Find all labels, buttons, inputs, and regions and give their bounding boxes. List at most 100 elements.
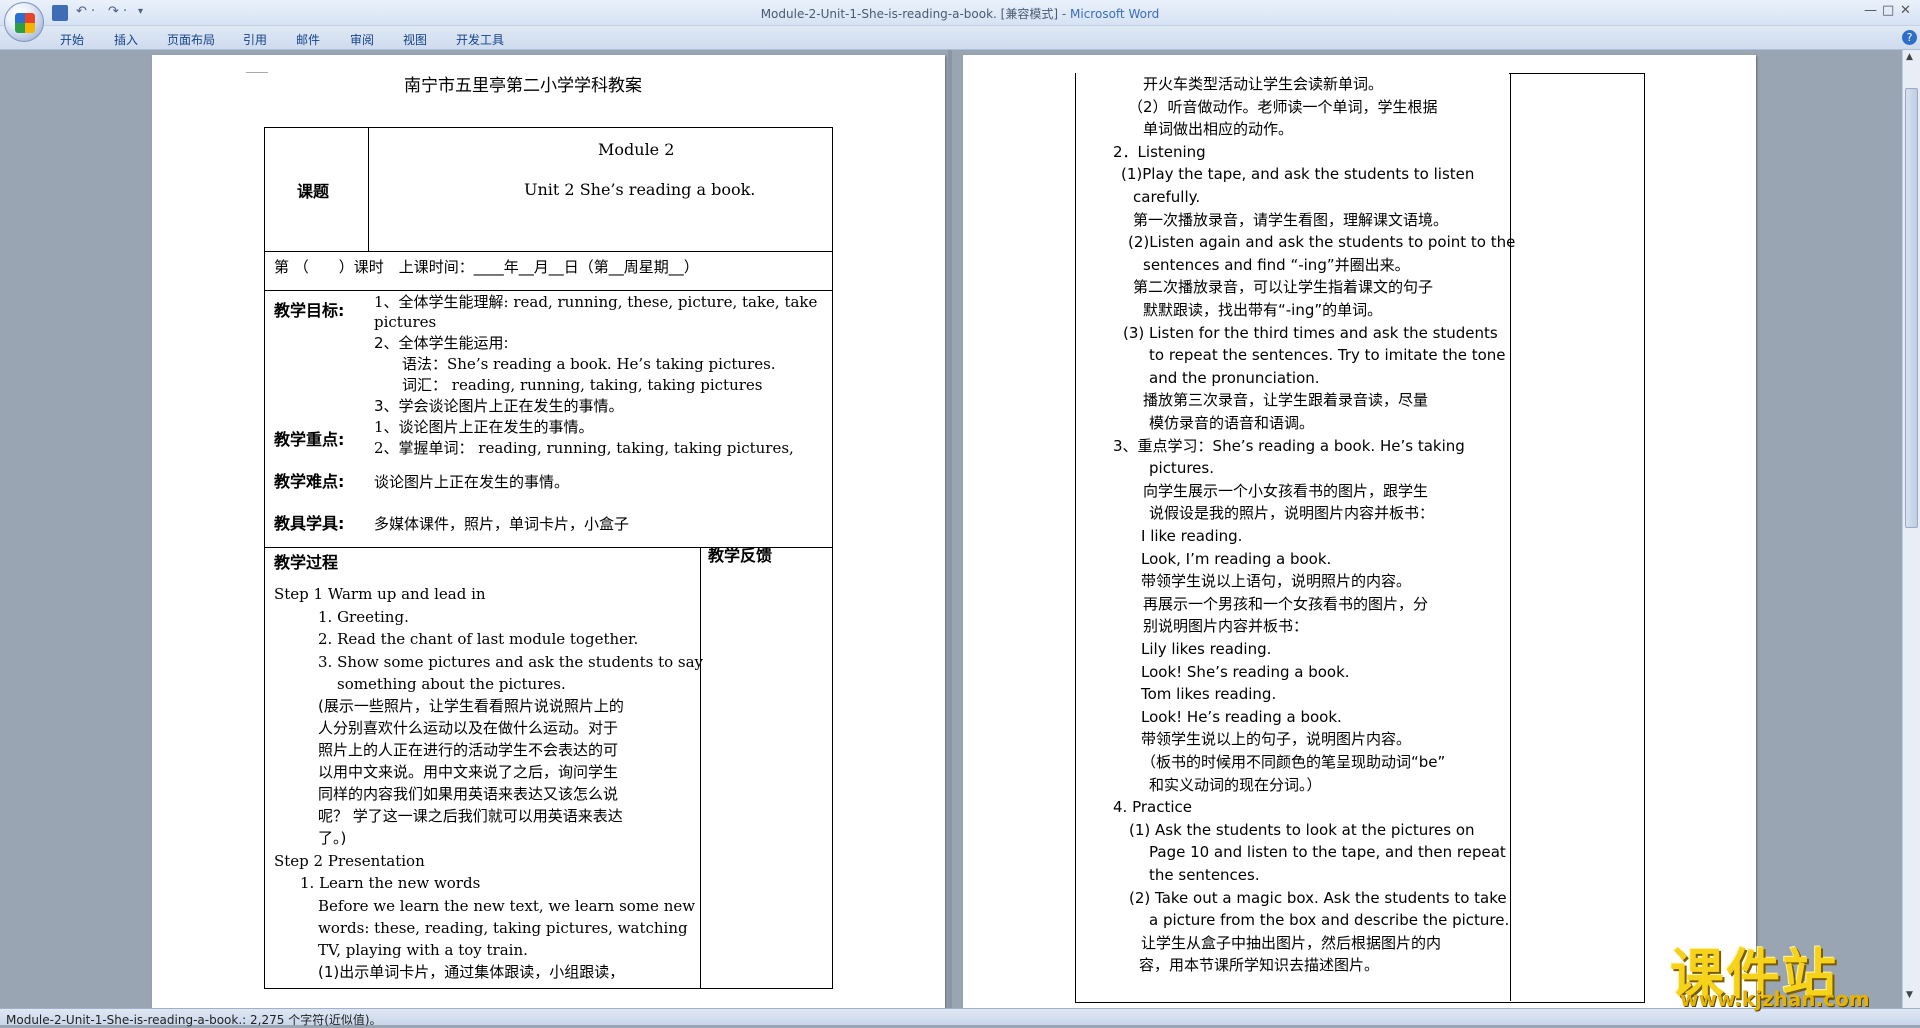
page-2-line: Look, I’m reading a book. [1141,549,1332,568]
office-logo-icon [15,13,35,33]
lesson-time: 第 （ ）课时 上课时间：____年__月__日（第__周星期__） [274,258,699,276]
page-divider [948,50,952,1008]
status-bar: Module-2-Unit-1-She-is-reading-a-book.: … [0,1008,1920,1027]
table-divider [1509,73,1645,74]
page-2-line: （2）听音做动作。老师读一个单词，学生根据 [1128,97,1438,116]
goal-label: 教学目标: [274,301,345,320]
table-divider [700,547,701,988]
page-2-line: 第二次播放录音，可以让学生指着课文的句子 [1133,278,1434,297]
table-divider [368,128,369,251]
page-2-line: (2) Take out a magic box. Ask the studen… [1129,888,1507,907]
table-divider [265,251,832,252]
process-line: 1. Greeting. [318,608,409,626]
page-2-line: （板书的时候用不同颜色的笔呈现助动词“be” [1141,753,1446,771]
goal-line: 2、全体学生能运用: [374,334,509,352]
goal-line: 3、学会谈论图片上正在发生的事情。 [374,397,624,415]
page-2-line: Look! She’s reading a book. [1141,662,1350,681]
process-line: 人分别喜欢什么运动以及在做什么运动。对于 [318,719,619,737]
tab-review[interactable]: 审阅 [350,31,374,48]
page-2-line: 再展示一个男孩和一个女孩看书的图片，分 [1143,594,1429,613]
page-2-line: (3) Listen for the third times and ask t… [1123,323,1498,342]
process-line: words: these, reading, taking pictures, … [318,919,688,937]
page-2-line: the sentences. [1149,866,1260,884]
page-2: 开火车类型活动让学生会读新单词。 （2）听音做动作。老师读一个单词，学生根据单词做… [963,55,1756,1008]
key-line: 2、掌握单词： reading, running, taking, taking… [374,439,794,457]
page-2-line: 带领学生说以上语句，说明照片的内容。 [1141,572,1412,591]
page-2-line: sentences and find “-ing”并圈出来。 [1143,255,1410,274]
table-divider [1510,73,1511,1001]
page-2-line: 第一次播放录音，请学生看图，理解课文语境。 [1133,210,1449,229]
vertical-scrollbar[interactable]: ▲ ▼ [1902,50,1920,1008]
help-icon[interactable]: ? [1902,30,1917,45]
page-2-line: a picture from the box and describe the … [1149,911,1510,930]
page-2-line: I like reading. [1141,527,1243,545]
title-bar: ↶ · ↷ · ▾ Module-2-Unit-1-She-is-reading… [0,0,1920,42]
key-label: 教学重点: [274,430,345,449]
tab-view[interactable]: 视图 [403,31,427,48]
tab-developer[interactable]: 开发工具 [456,31,504,48]
document-title: Module-2-Unit-1-She-is-reading-a-book. [… [760,7,1071,21]
process-line: (1)出示单词卡片，通过集体跟读，小组跟读， [318,963,625,981]
scroll-thumb[interactable] [1905,88,1918,528]
process-line: Step 1 Warm up and lead in [274,585,486,603]
goal-line: 语法：She’s reading a book. He’s taking pic… [402,355,776,373]
tools-label: 教具学具: [274,514,345,533]
page-2-line: 说假设是我的照片，说明图片内容并板书： [1149,504,1435,523]
process-line: Step 2 Presentation [274,852,425,870]
app-name: Microsoft Word [1070,7,1160,21]
page-2-line: Page 10 and listen to the tape, and then… [1149,843,1506,862]
page-2-line: 开火车类型活动让学生会读新单词。 [1143,75,1384,93]
page-2-line: Tom likes reading. [1141,685,1277,704]
process-line: 2. Read the chant of last module togethe… [318,630,639,648]
page-2-line: 和实义动词的现在分词。） [1149,775,1322,794]
page-2-line: (1) Ask the students to look at the pict… [1129,820,1475,839]
page-2-line: pictures. [1149,459,1214,478]
page-2-line: 向学生展示一个小女孩看书的图片，跟学生 [1143,481,1429,500]
process-line: 以用中文来说。用中文来说了之后，询问学生 [318,763,619,781]
scroll-up-icon[interactable]: ▲ [1906,52,1913,62]
table-divider [265,290,832,291]
tab-mailings[interactable]: 邮件 [296,31,320,48]
module-text: Module 2 [598,140,675,159]
close-button[interactable]: ✕ [1900,3,1911,18]
page-2-line: 4. Practice [1113,798,1192,817]
page-title: 南宁市五里亭第二小学学科教案 [404,76,642,96]
tab-references[interactable]: 引用 [243,31,267,48]
difficulty-text: 谈论图片上正在发生的事情。 [374,473,570,491]
process-line: something about the pictures. [337,675,566,693]
page-2-line: 3、重点学习：She’s reading a book. He’s taking [1113,436,1465,455]
feedback-label: 教学反馈 [708,546,773,565]
page-2-line: to repeat the sentences. Try to imitate … [1149,346,1506,365]
tab-page-layout[interactable]: 页面布局 [167,31,215,48]
tools-text: 多媒体课件，照片，单词卡片，小盒子 [374,515,630,533]
difficulty-label: 教学难点: [274,472,345,491]
office-button[interactable] [4,2,44,42]
page-2-line: and the pronunciation. [1149,368,1320,387]
margin-marker [246,55,268,73]
process-line: 同样的内容我们如果用英语来表达又该怎么说 [318,785,619,803]
process-line: 1. Learn the new words [300,874,481,892]
watermark-url: www.kjzhan.com [1680,987,1870,1011]
page-2-line: Lily likes reading. [1141,640,1272,658]
process-line: 照片上的人正在进行的活动学生不会表达的可 [318,741,619,759]
page-2-line: 容，用本节课所学知识去描述图片。 [1139,956,1380,975]
process-line: (展示一些照片，让学生看看照片说说照片上的 [318,697,624,715]
maximize-button[interactable]: □ [1882,3,1894,18]
page-2-line: (2)Listen again and ask the students to … [1128,233,1516,252]
page-2-line: 单词做出相应的动作。 [1143,120,1294,139]
page-2-line: (1)Play the tape, and ask the students t… [1121,165,1475,184]
page-2-line: Look! He’s reading a book. [1141,707,1342,726]
tab-home[interactable]: 开始 [60,31,84,48]
topic-label: 课题 [297,182,330,201]
process-line: 呢？ 学了这一课之后我们就可以用英语来表达 [318,807,623,825]
page-2-line: 模仿录音的语音和语调。 [1149,414,1315,432]
key-line: 1、谈论图片上正在发生的事情。 [374,418,594,436]
page-2-line: 让学生从盒子中抽出图片，然后根据图片的内 [1141,933,1442,952]
ribbon-tabs: 开始 插入 页面布局 引用 邮件 审阅 视图 开发工具 [0,26,1920,50]
minimize-button[interactable]: — [1864,3,1877,18]
goal-line: 1、全体学生能理解: read, running, these, picture… [374,293,818,311]
status-text: Module-2-Unit-1-She-is-reading-a-book.: … [6,1013,382,1027]
tab-insert[interactable]: 插入 [114,31,138,48]
process-line: 3. Show some pictures and ask the studen… [318,653,704,671]
goal-line: 词汇： reading, running, taking, taking pic… [402,376,763,394]
